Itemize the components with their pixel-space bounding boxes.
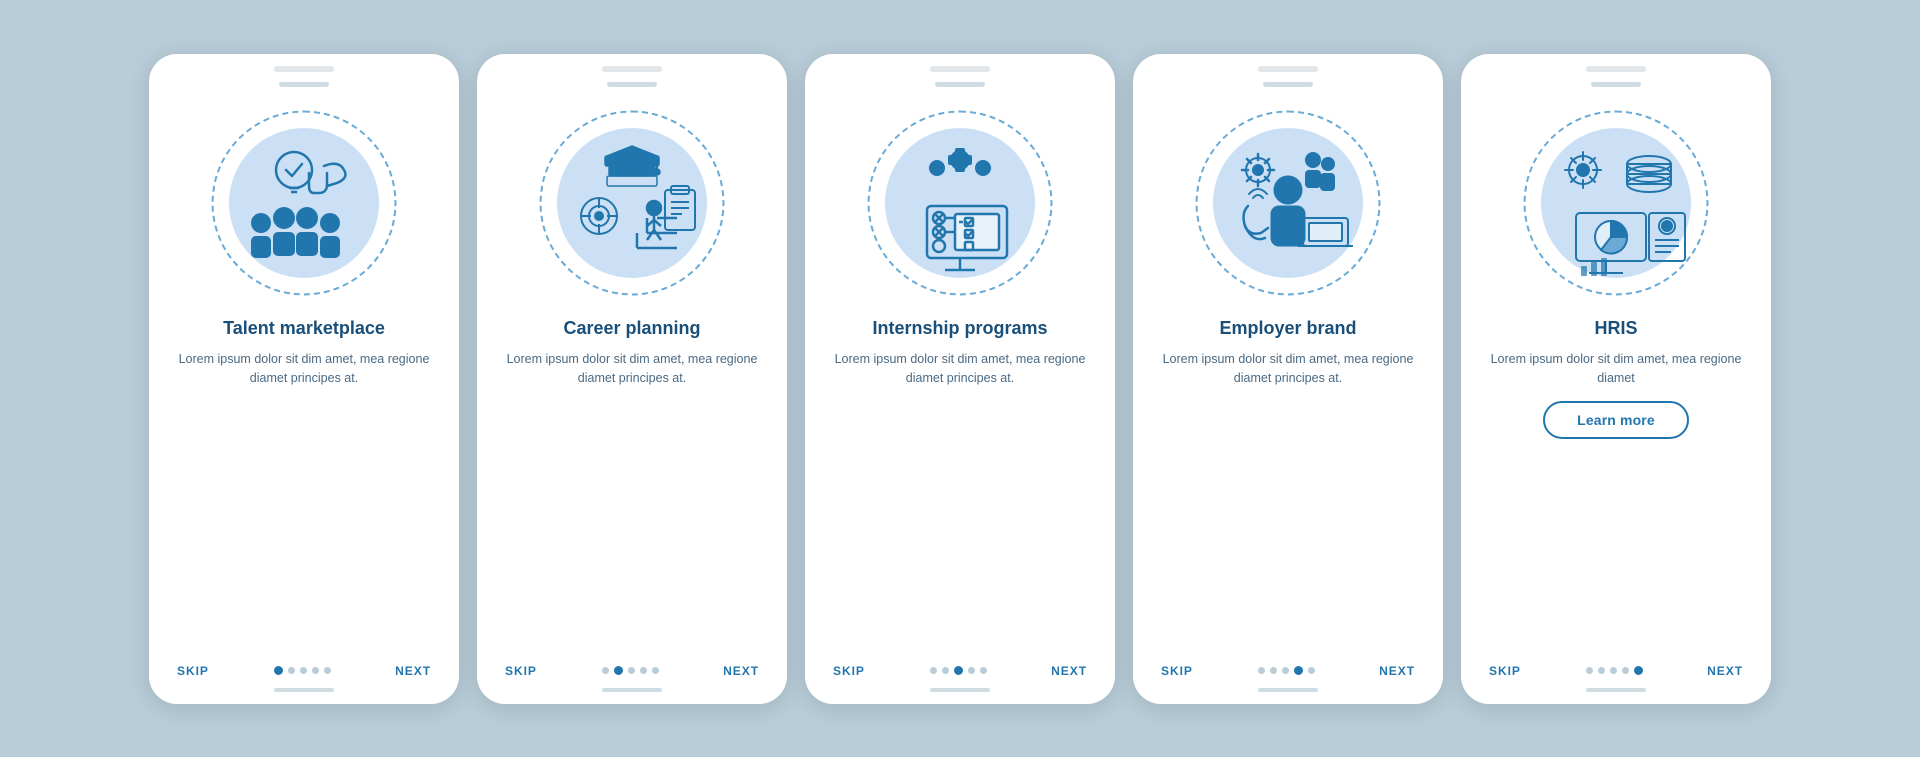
dot-4 [968, 667, 975, 674]
dot-4 [640, 667, 647, 674]
next-button-5[interactable]: NEXT [1707, 664, 1743, 678]
card-title-1: Talent marketplace [223, 317, 385, 340]
phone-top-bar-1 [149, 72, 459, 93]
dot-3 [628, 667, 635, 674]
dot-1 [1586, 667, 1593, 674]
dot-5 [324, 667, 331, 674]
card-desc-2: Lorem ipsum dolor sit dim amet, mea regi… [501, 350, 763, 388]
phone-top-bar-2 [477, 72, 787, 93]
internship-programs-icon [875, 118, 1045, 288]
phone-top-bar-3 [805, 72, 1115, 93]
phone-notch-2 [607, 82, 657, 87]
card-title-5: HRIS [1594, 317, 1637, 340]
talent-marketplace-icon [219, 118, 389, 288]
card-nav-4: SKIP NEXT [1133, 656, 1443, 688]
skip-button-4[interactable]: SKIP [1161, 664, 1193, 678]
dot-2 [288, 667, 295, 674]
dot-5 [652, 667, 659, 674]
dots-3 [930, 666, 987, 675]
phone-top-bar-5 [1461, 72, 1771, 93]
card-nav-3: SKIP NEXT [805, 656, 1115, 688]
next-button-4[interactable]: NEXT [1379, 664, 1415, 678]
illustration-employer [1188, 103, 1388, 303]
next-button-3[interactable]: NEXT [1051, 664, 1087, 678]
phone-bottom-bar-5 [1586, 688, 1646, 692]
next-button-2[interactable]: NEXT [723, 664, 759, 678]
dot-4 [1622, 667, 1629, 674]
cards-container: Talent marketplace Lorem ipsum dolor sit… [109, 24, 1811, 734]
illustration-talent [204, 103, 404, 303]
skip-button-5[interactable]: SKIP [1489, 664, 1521, 678]
skip-button-1[interactable]: SKIP [177, 664, 209, 678]
phone-top-bar-4 [1133, 72, 1443, 93]
dot-1 [1258, 667, 1265, 674]
phone-notch-3 [935, 82, 985, 87]
career-planning-icon [547, 118, 717, 288]
dot-3 [300, 667, 307, 674]
next-button-1[interactable]: NEXT [395, 664, 431, 678]
phone-bottom-bar-4 [1258, 688, 1318, 692]
card-nav-5: SKIP NEXT [1461, 656, 1771, 688]
dot-active [1294, 666, 1303, 675]
dot-3 [1610, 667, 1617, 674]
dots-5 [1586, 666, 1643, 675]
phone-notch-4 [1263, 82, 1313, 87]
dot-active [1634, 666, 1643, 675]
card-employer-brand: Employer brand Lorem ipsum dolor sit dim… [1133, 54, 1443, 704]
employer-brand-icon [1203, 118, 1373, 288]
dot-active [954, 666, 963, 675]
illustration-internship [860, 103, 1060, 303]
learn-more-button[interactable]: Learn more [1543, 401, 1689, 439]
card-nav-1: SKIP NEXT [149, 656, 459, 688]
phone-bottom-bar-3 [930, 688, 990, 692]
card-title-4: Employer brand [1219, 317, 1356, 340]
card-desc-3: Lorem ipsum dolor sit dim amet, mea regi… [829, 350, 1091, 388]
dot-active [274, 666, 283, 675]
dot-2 [1598, 667, 1605, 674]
hris-icon [1531, 118, 1701, 288]
dots-1 [274, 666, 331, 675]
skip-button-2[interactable]: SKIP [505, 664, 537, 678]
dot-3 [1282, 667, 1289, 674]
dot-2 [942, 667, 949, 674]
dot-5 [980, 667, 987, 674]
card-title-2: Career planning [563, 317, 700, 340]
card-desc-4: Lorem ipsum dolor sit dim amet, mea regi… [1157, 350, 1419, 388]
dot-2 [1270, 667, 1277, 674]
dots-4 [1258, 666, 1315, 675]
dot-4 [312, 667, 319, 674]
phone-bottom-bar-1 [274, 688, 334, 692]
skip-button-3[interactable]: SKIP [833, 664, 865, 678]
dot-1 [602, 667, 609, 674]
card-hris: HRIS Lorem ipsum dolor sit dim amet, mea… [1461, 54, 1771, 704]
dots-2 [602, 666, 659, 675]
phone-notch-5 [1591, 82, 1641, 87]
dot-5 [1308, 667, 1315, 674]
card-desc-5: Lorem ipsum dolor sit dim amet, mea regi… [1485, 350, 1747, 388]
card-nav-2: SKIP NEXT [477, 656, 787, 688]
dot-1 [930, 667, 937, 674]
card-internship-programs: Internship programs Lorem ipsum dolor si… [805, 54, 1115, 704]
dot-active [614, 666, 623, 675]
card-career-planning: Career planning Lorem ipsum dolor sit di… [477, 54, 787, 704]
illustration-hris [1516, 103, 1716, 303]
card-desc-1: Lorem ipsum dolor sit dim amet, mea regi… [173, 350, 435, 388]
card-title-3: Internship programs [872, 317, 1047, 340]
illustration-career [532, 103, 732, 303]
card-talent-marketplace: Talent marketplace Lorem ipsum dolor sit… [149, 54, 459, 704]
phone-notch-1 [279, 82, 329, 87]
phone-bottom-bar-2 [602, 688, 662, 692]
